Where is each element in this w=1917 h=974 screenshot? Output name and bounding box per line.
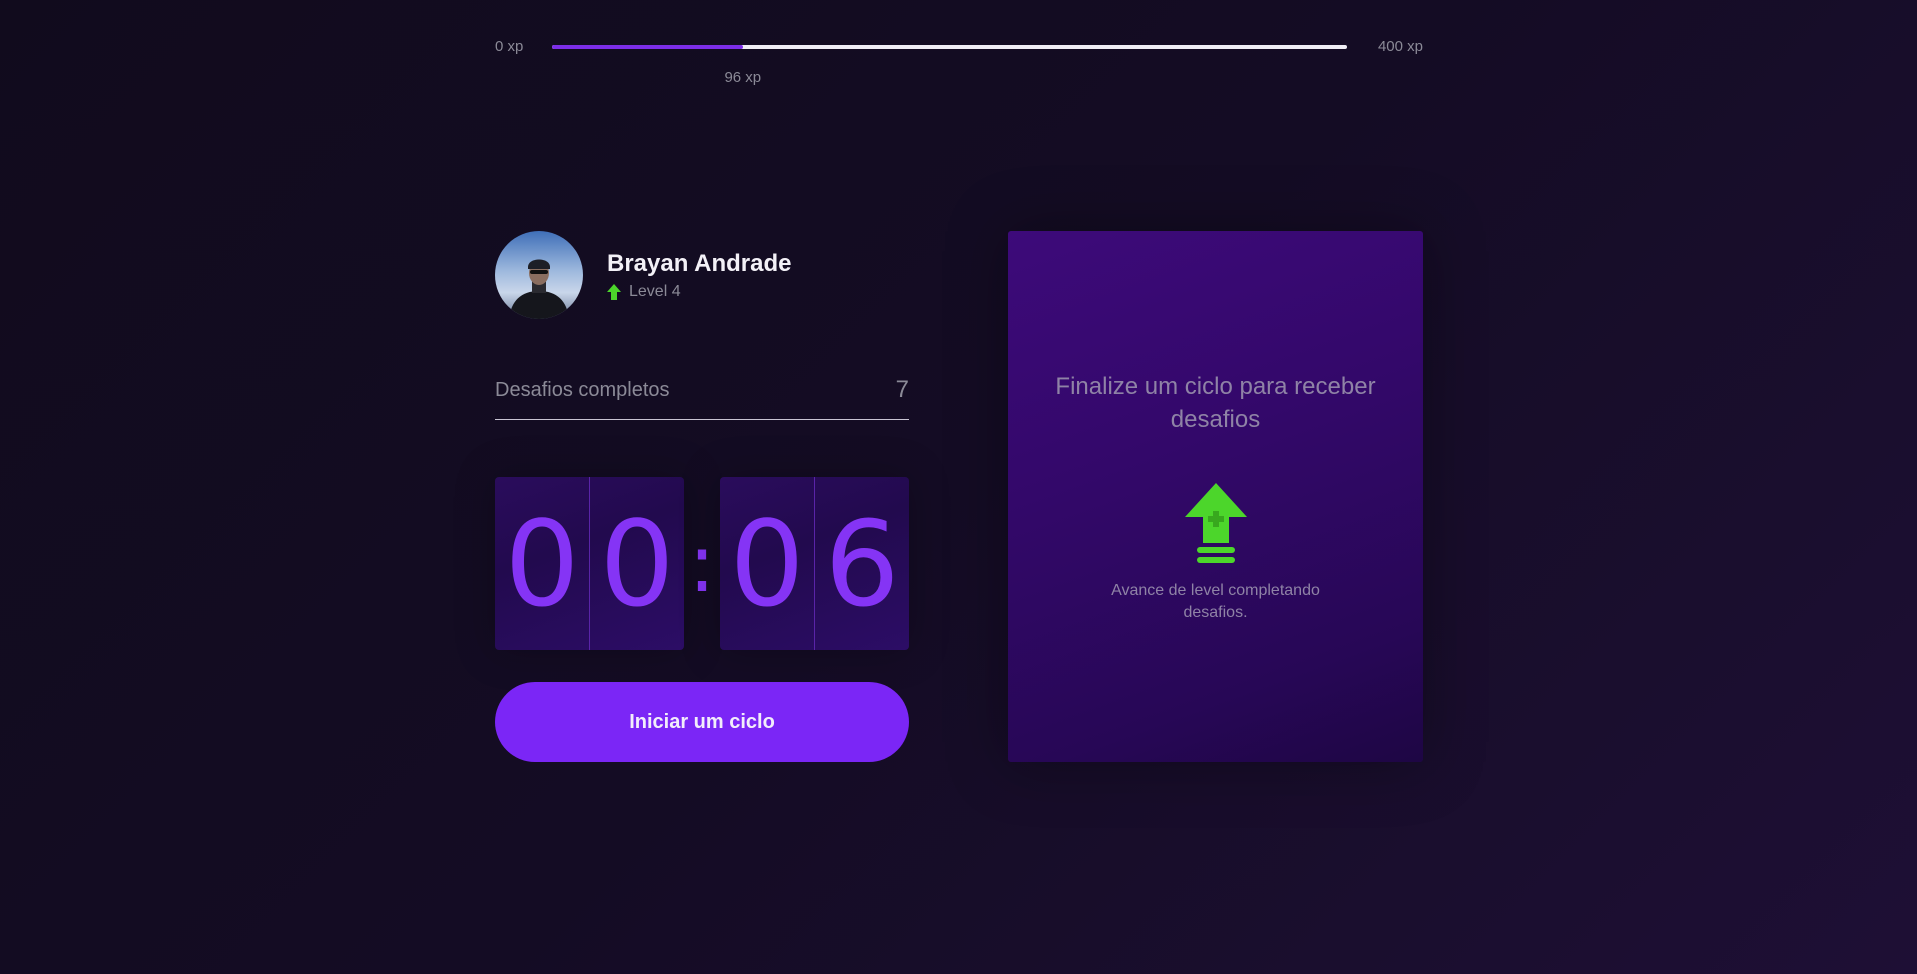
profile-level: Level 4 xyxy=(607,283,792,301)
level-up-icon xyxy=(1184,483,1247,570)
profile: Brayan Andrade Level 4 xyxy=(495,231,792,319)
level-up-arrow-icon xyxy=(607,284,621,300)
experience-bar: 0 xp 96 xp 400 xp xyxy=(495,34,1423,94)
minute-digit-tens: 0 xyxy=(504,494,580,633)
completed-challenges-label: Desafios completos xyxy=(495,379,670,401)
completed-challenges-value: 7 xyxy=(895,376,909,403)
countdown-seconds: 0 6 xyxy=(720,477,909,650)
xp-min-label: 0 xp xyxy=(495,38,524,55)
countdown-minutes: 0 0 xyxy=(495,477,684,650)
xp-track: 96 xp xyxy=(552,45,1347,86)
challenge-box-title: Finalize um ciclo para receber desafios xyxy=(1055,373,1376,433)
xp-progress-fill xyxy=(552,45,743,49)
completed-challenges: Desafios completos 7 xyxy=(495,375,909,420)
countdown: 0 0 : 0 6 xyxy=(495,477,909,650)
profile-name: Brayan Andrade xyxy=(607,250,792,277)
start-cycle-button[interactable]: Iniciar um ciclo xyxy=(495,682,909,762)
second-digit-tens: 0 xyxy=(729,494,805,633)
xp-max-label: 400 xp xyxy=(1377,38,1423,55)
challenge-box: Finalize um ciclo para receber desafios … xyxy=(1008,231,1423,762)
avatar xyxy=(495,231,583,319)
profile-level-label: Level 4 xyxy=(629,283,681,300)
second-digit-ones: 6 xyxy=(814,477,909,650)
xp-current-label: 96 xp xyxy=(724,69,762,86)
minute-digit-ones: 0 xyxy=(589,477,684,650)
challenge-box-description: Avance de level completando desafios. xyxy=(1111,582,1320,621)
countdown-separator: : xyxy=(688,516,716,610)
